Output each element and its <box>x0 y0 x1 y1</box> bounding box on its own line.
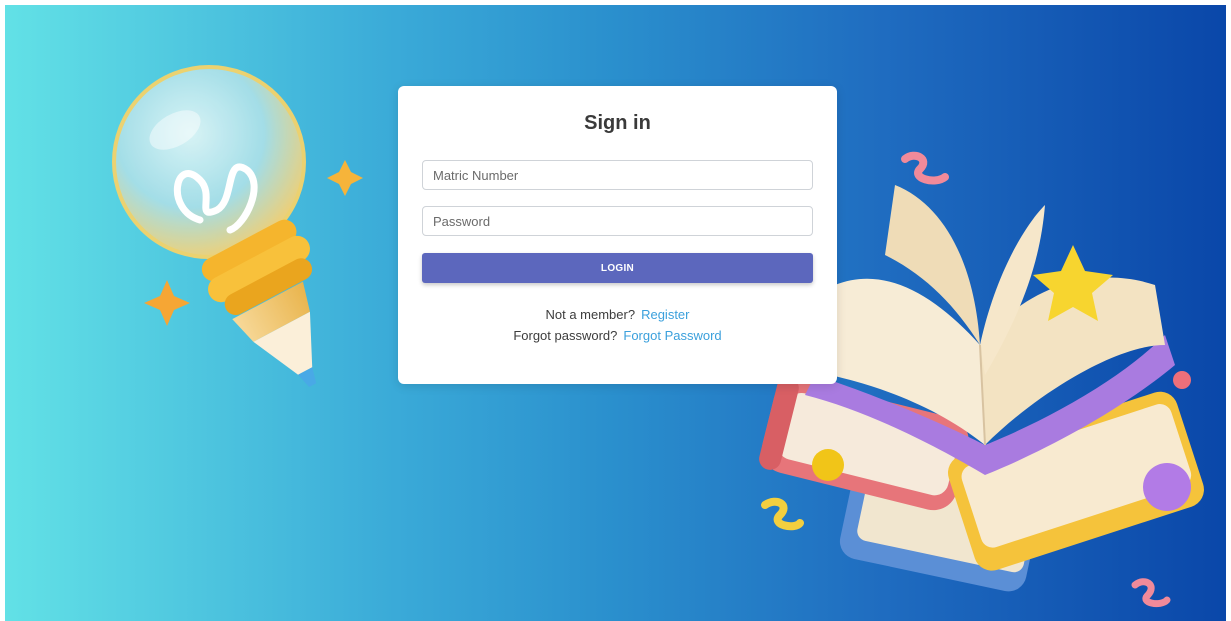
forgot-password-prompt: Forgot password? <box>513 328 618 343</box>
register-link[interactable]: Register <box>641 307 689 322</box>
register-line: Not a member? Register <box>398 307 837 322</box>
login-card: Sign in LOGIN Not a member? Register Forg… <box>398 86 837 384</box>
hero-background: Sign in LOGIN Not a member? Register Forg… <box>5 5 1226 621</box>
matric-number-input[interactable] <box>422 160 813 190</box>
password-input[interactable] <box>422 206 813 236</box>
forgot-password-link[interactable]: Forgot Password <box>623 328 721 343</box>
page-title: Sign in <box>584 112 651 134</box>
register-prompt: Not a member? <box>545 307 636 322</box>
login-button[interactable]: LOGIN <box>422 253 813 283</box>
forgot-password-line: Forgot password? Forgot Password <box>398 328 837 343</box>
lightbulb-pencil-illustration <box>112 65 363 387</box>
